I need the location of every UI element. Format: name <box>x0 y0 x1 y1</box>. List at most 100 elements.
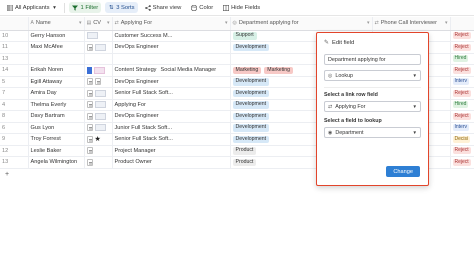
header-status[interactable] <box>450 17 474 31</box>
cv-cell[interactable] <box>84 53 113 65</box>
header-cv[interactable]: ▤ CV ▾ <box>84 17 113 31</box>
status-cell[interactable]: Reject <box>450 30 474 42</box>
document-icon[interactable] <box>86 158 93 166</box>
cv-cell[interactable] <box>84 87 113 100</box>
applying-for-link[interactable]: Applying For <box>115 102 146 108</box>
name-cell[interactable]: Davy Bartram <box>28 110 85 123</box>
view-selector[interactable]: All Applicants ▾ <box>4 2 60 13</box>
applying-for-link[interactable]: Social Media Manager <box>160 67 216 73</box>
filter-button[interactable]: 1 Filter <box>69 2 102 13</box>
applying-for-cell[interactable]: Junior Full Stack Soft... <box>112 122 231 134</box>
name-cell[interactable]: Gerry Hanson <box>28 30 85 42</box>
status-cell[interactable]: Reject <box>450 145 474 157</box>
cv-thumbnail[interactable] <box>86 32 98 40</box>
status-cell[interactable]: Interv <box>450 122 474 134</box>
applying-for-cell[interactable]: DevOps Engineer <box>112 76 231 88</box>
status-cell[interactable]: Interv <box>450 76 474 88</box>
applying-for-cell[interactable]: Applying For <box>112 99 231 111</box>
share-view-button[interactable]: Share view <box>142 2 185 13</box>
status-cell[interactable]: Decisi <box>450 133 474 146</box>
status-cell[interactable]: Reject <box>450 156 474 169</box>
name-cell[interactable]: Maxi McAfee <box>28 41 85 54</box>
lookup-field-select[interactable]: ◉ Department ▼ <box>324 127 421 138</box>
applying-for-cell[interactable] <box>112 53 231 65</box>
document-icon[interactable] <box>86 147 93 155</box>
applying-for-link[interactable]: Content Strategy <box>115 67 157 73</box>
cv-cell[interactable] <box>84 122 113 134</box>
name-cell[interactable]: Thelma Everly <box>28 99 85 111</box>
color-button[interactable]: Color <box>188 2 216 13</box>
cv-thumbnail[interactable] <box>94 89 106 97</box>
name-cell[interactable]: Amira Day <box>28 87 85 100</box>
document-icon[interactable] <box>86 135 93 143</box>
document-icon[interactable] <box>86 89 93 97</box>
sort-button[interactable]: ⇅ 3 Sorts <box>105 2 138 13</box>
document-icon[interactable] <box>86 112 93 120</box>
applying-for-link[interactable]: Senior Full Stack Soft... <box>115 136 173 142</box>
applying-for-cell[interactable]: DevOps Engineer <box>112 110 231 123</box>
document-icon[interactable] <box>86 101 93 109</box>
applying-for-cell[interactable]: Product Owner <box>112 156 231 169</box>
header-applying[interactable]: ⇄ Applying For ▾ <box>112 17 231 31</box>
chevron-down-icon[interactable]: ▾ <box>107 20 110 26</box>
document-icon[interactable] <box>94 78 101 86</box>
cv-cell[interactable] <box>84 99 113 111</box>
applying-for-cell[interactable]: DevOps Engineer <box>112 41 231 54</box>
header-interviewer[interactable]: ⇄ Phone Call Interviewer ▾ <box>372 17 451 31</box>
star-icon[interactable]: ★ <box>95 136 101 143</box>
applying-for-link[interactable]: Product Owner <box>115 159 152 165</box>
cv-thumbnail[interactable] <box>86 66 92 74</box>
name-cell[interactable] <box>28 53 85 65</box>
cv-cell[interactable] <box>84 145 113 157</box>
applying-for-link[interactable]: DevOps Engineer <box>115 44 159 50</box>
link-row-field-select[interactable]: ⇄ Applying For ▼ <box>324 101 421 112</box>
cv-cell[interactable] <box>84 41 113 54</box>
name-cell[interactable]: Egill Attaway <box>28 76 85 88</box>
change-button[interactable]: Change <box>386 166 420 177</box>
cv-thumbnail[interactable] <box>93 66 105 74</box>
applying-for-link[interactable]: Project Manager <box>115 148 156 154</box>
applying-for-link[interactable]: Junior Full Stack Soft... <box>115 125 173 131</box>
field-name-input[interactable]: Department applying for <box>324 54 421 65</box>
document-icon[interactable] <box>86 43 93 51</box>
cv-cell[interactable] <box>84 76 113 88</box>
status-cell[interactable]: Reject <box>450 87 474 100</box>
name-cell[interactable]: Gus Lyon <box>28 122 85 134</box>
hide-fields-button[interactable]: Hide Fields <box>220 2 263 13</box>
status-cell[interactable]: Reject <box>450 41 474 54</box>
document-icon[interactable] <box>86 124 93 132</box>
cv-thumbnail[interactable] <box>94 43 106 51</box>
name-cell[interactable]: Angela Wilmington <box>28 156 85 169</box>
chevron-down-icon[interactable]: ▾ <box>79 20 82 26</box>
chevron-down-icon[interactable]: ▾ <box>367 20 370 26</box>
status-cell[interactable]: Hired <box>450 53 474 65</box>
name-cell[interactable]: Erikah Noren <box>28 64 85 77</box>
status-cell[interactable]: Hired <box>450 99 474 111</box>
cv-thumbnail[interactable] <box>94 101 106 109</box>
applying-for-cell[interactable]: Customer Success M... <box>112 30 231 42</box>
applying-for-link[interactable]: DevOps Engineer <box>115 113 159 119</box>
chevron-down-icon[interactable]: ▾ <box>445 20 448 26</box>
cv-cell[interactable] <box>84 64 113 77</box>
applying-for-cell[interactable]: Content Strategy Social Media Manager <box>112 64 231 77</box>
applying-for-link[interactable]: Customer Success M... <box>115 33 173 39</box>
status-cell[interactable]: Reject <box>450 64 474 77</box>
name-cell[interactable]: Troy Forrest <box>28 133 85 146</box>
field-type-select[interactable]: ◎ Lookup ▼ <box>324 70 421 81</box>
header-name[interactable]: A Name ▾ <box>28 17 85 31</box>
cv-cell[interactable] <box>84 156 113 169</box>
applying-for-cell[interactable]: Senior Full Stack Soft... <box>112 133 231 146</box>
applying-for-cell[interactable]: Senior Full Stack Soft... <box>112 87 231 100</box>
name-cell[interactable]: Leslie Baker <box>28 145 85 157</box>
applying-for-link[interactable]: DevOps Engineer <box>115 79 159 85</box>
applying-for-cell[interactable]: Project Manager <box>112 145 231 157</box>
cv-cell[interactable] <box>84 110 113 123</box>
applying-for-link[interactable]: Senior Full Stack Soft... <box>115 90 173 96</box>
chevron-down-icon[interactable]: ▾ <box>225 20 228 26</box>
status-cell[interactable]: Reject <box>450 110 474 123</box>
cv-thumbnail[interactable] <box>94 112 106 120</box>
cv-thumbnail[interactable] <box>94 124 106 132</box>
header-dept[interactable]: ◎ Department applying for ▾ <box>230 17 373 31</box>
cv-cell[interactable]: ★ <box>84 133 113 146</box>
cv-cell[interactable] <box>84 30 113 42</box>
